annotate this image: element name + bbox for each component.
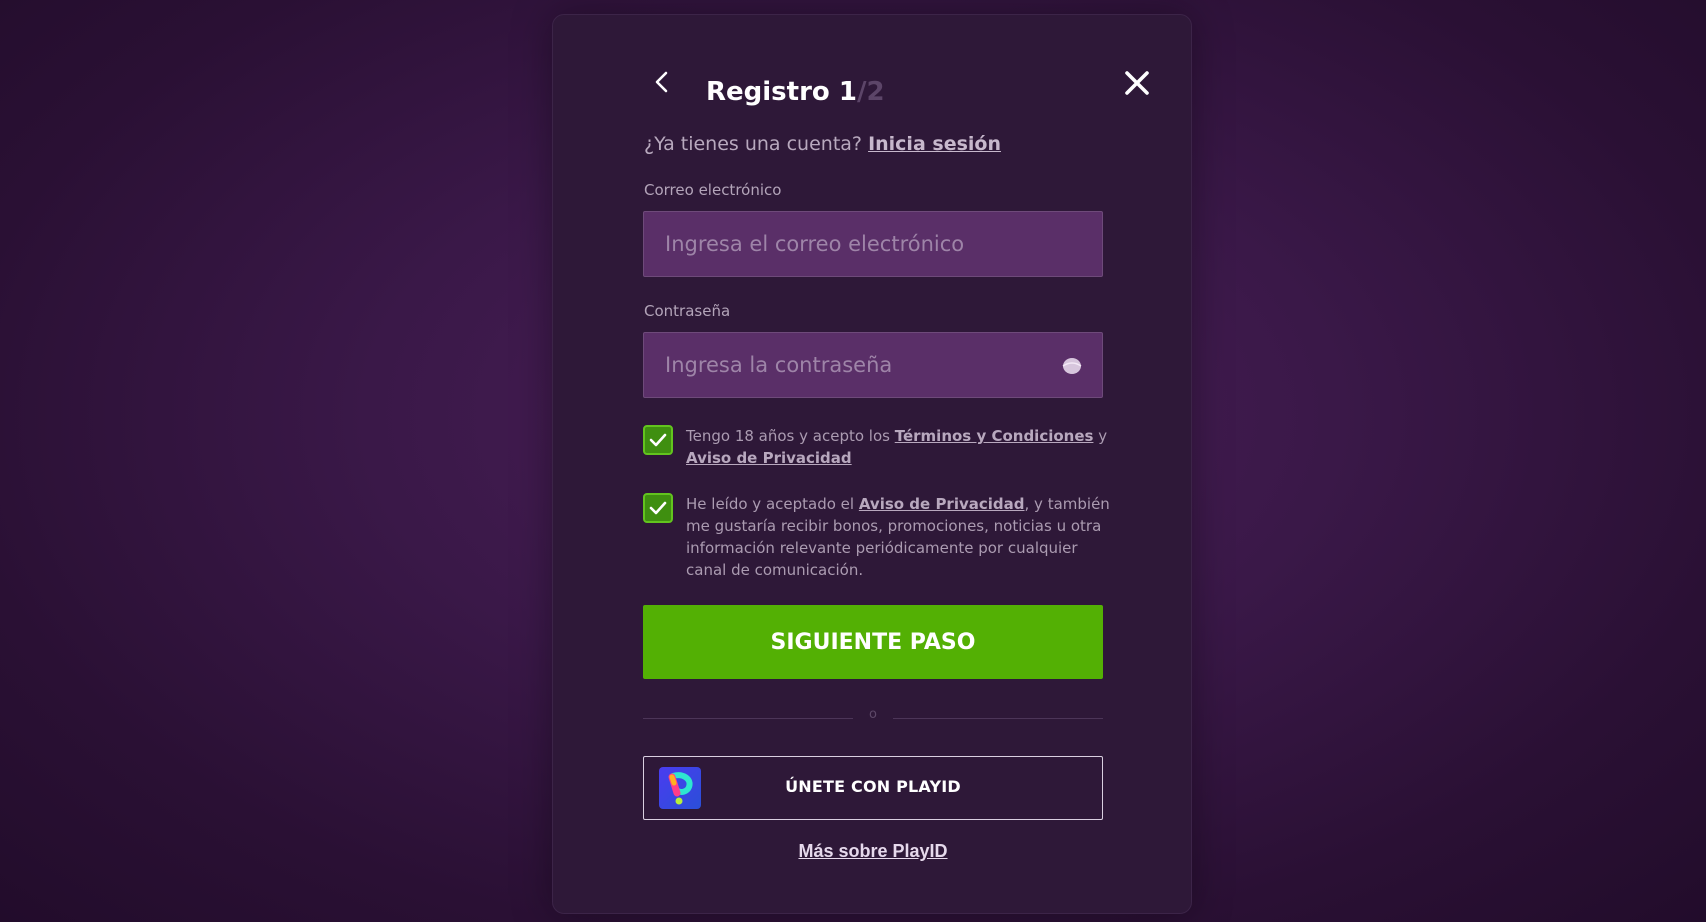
checkmark-icon [649, 433, 667, 447]
divider-line-right [893, 718, 1103, 719]
step-total: 2 [866, 77, 885, 107]
login-prompt: ¿Ya tienes una cuenta? Inicia sesión [644, 133, 1001, 155]
checkmark-icon [649, 501, 667, 515]
password-input[interactable] [644, 333, 1102, 397]
marketing-text-before: He leído y aceptado el [686, 495, 855, 513]
marketing-text: He leído y aceptado el Aviso de Privacid… [686, 493, 1113, 581]
email-field-wrapper [643, 211, 1103, 277]
marketing-checkbox-row: He leído y aceptado el Aviso de Privacid… [643, 493, 1113, 585]
playid-button[interactable]: ÚNETE CON PLAYID [643, 756, 1103, 820]
privacy-link-terms[interactable]: Aviso de Privacidad [686, 449, 852, 467]
terms-checkbox-row: Tengo 18 años y acepto los Términos y Co… [643, 425, 1113, 475]
terms-link[interactable]: Términos y Condiciones [895, 427, 1094, 445]
back-button[interactable] [647, 67, 677, 97]
terms-text: Tengo 18 años y acepto los Términos y Co… [686, 425, 1113, 469]
playid-label: ÚNETE CON PLAYID [785, 777, 961, 796]
marketing-checkbox[interactable] [643, 493, 673, 523]
password-field-wrapper [643, 332, 1103, 398]
login-prompt-text: ¿Ya tienes una cuenta? [644, 133, 863, 155]
registration-modal: Registro 1/2 ¿Ya tienes una cuenta? Inic… [552, 14, 1192, 914]
eye-icon [1062, 358, 1082, 374]
password-label: Contraseña [644, 302, 731, 320]
password-visibility-toggle[interactable] [1060, 355, 1084, 377]
next-step-button[interactable]: SIGUIENTE PASO [643, 605, 1103, 679]
divider-text: o [869, 707, 877, 722]
step-separator: / [856, 77, 867, 107]
title-text: Registro [706, 77, 830, 107]
divider-line-left [643, 718, 853, 719]
terms-text-and: y [1098, 427, 1108, 445]
chevron-left-icon [655, 71, 668, 93]
terms-text-before: Tengo 18 años y acepto los [686, 427, 890, 445]
modal-title: Registro 1/2 [706, 77, 885, 107]
email-input[interactable] [644, 212, 1102, 276]
terms-checkbox[interactable] [643, 425, 673, 455]
email-label: Correo electrónico [644, 181, 782, 199]
close-icon [1125, 71, 1149, 95]
more-about-playid-link[interactable]: Más sobre PlayID [643, 841, 1103, 862]
step-current: 1 [838, 77, 857, 107]
close-button[interactable] [1121, 67, 1153, 99]
privacy-link-marketing[interactable]: Aviso de Privacidad [859, 495, 1025, 513]
login-link[interactable]: Inicia sesión [868, 133, 1001, 155]
